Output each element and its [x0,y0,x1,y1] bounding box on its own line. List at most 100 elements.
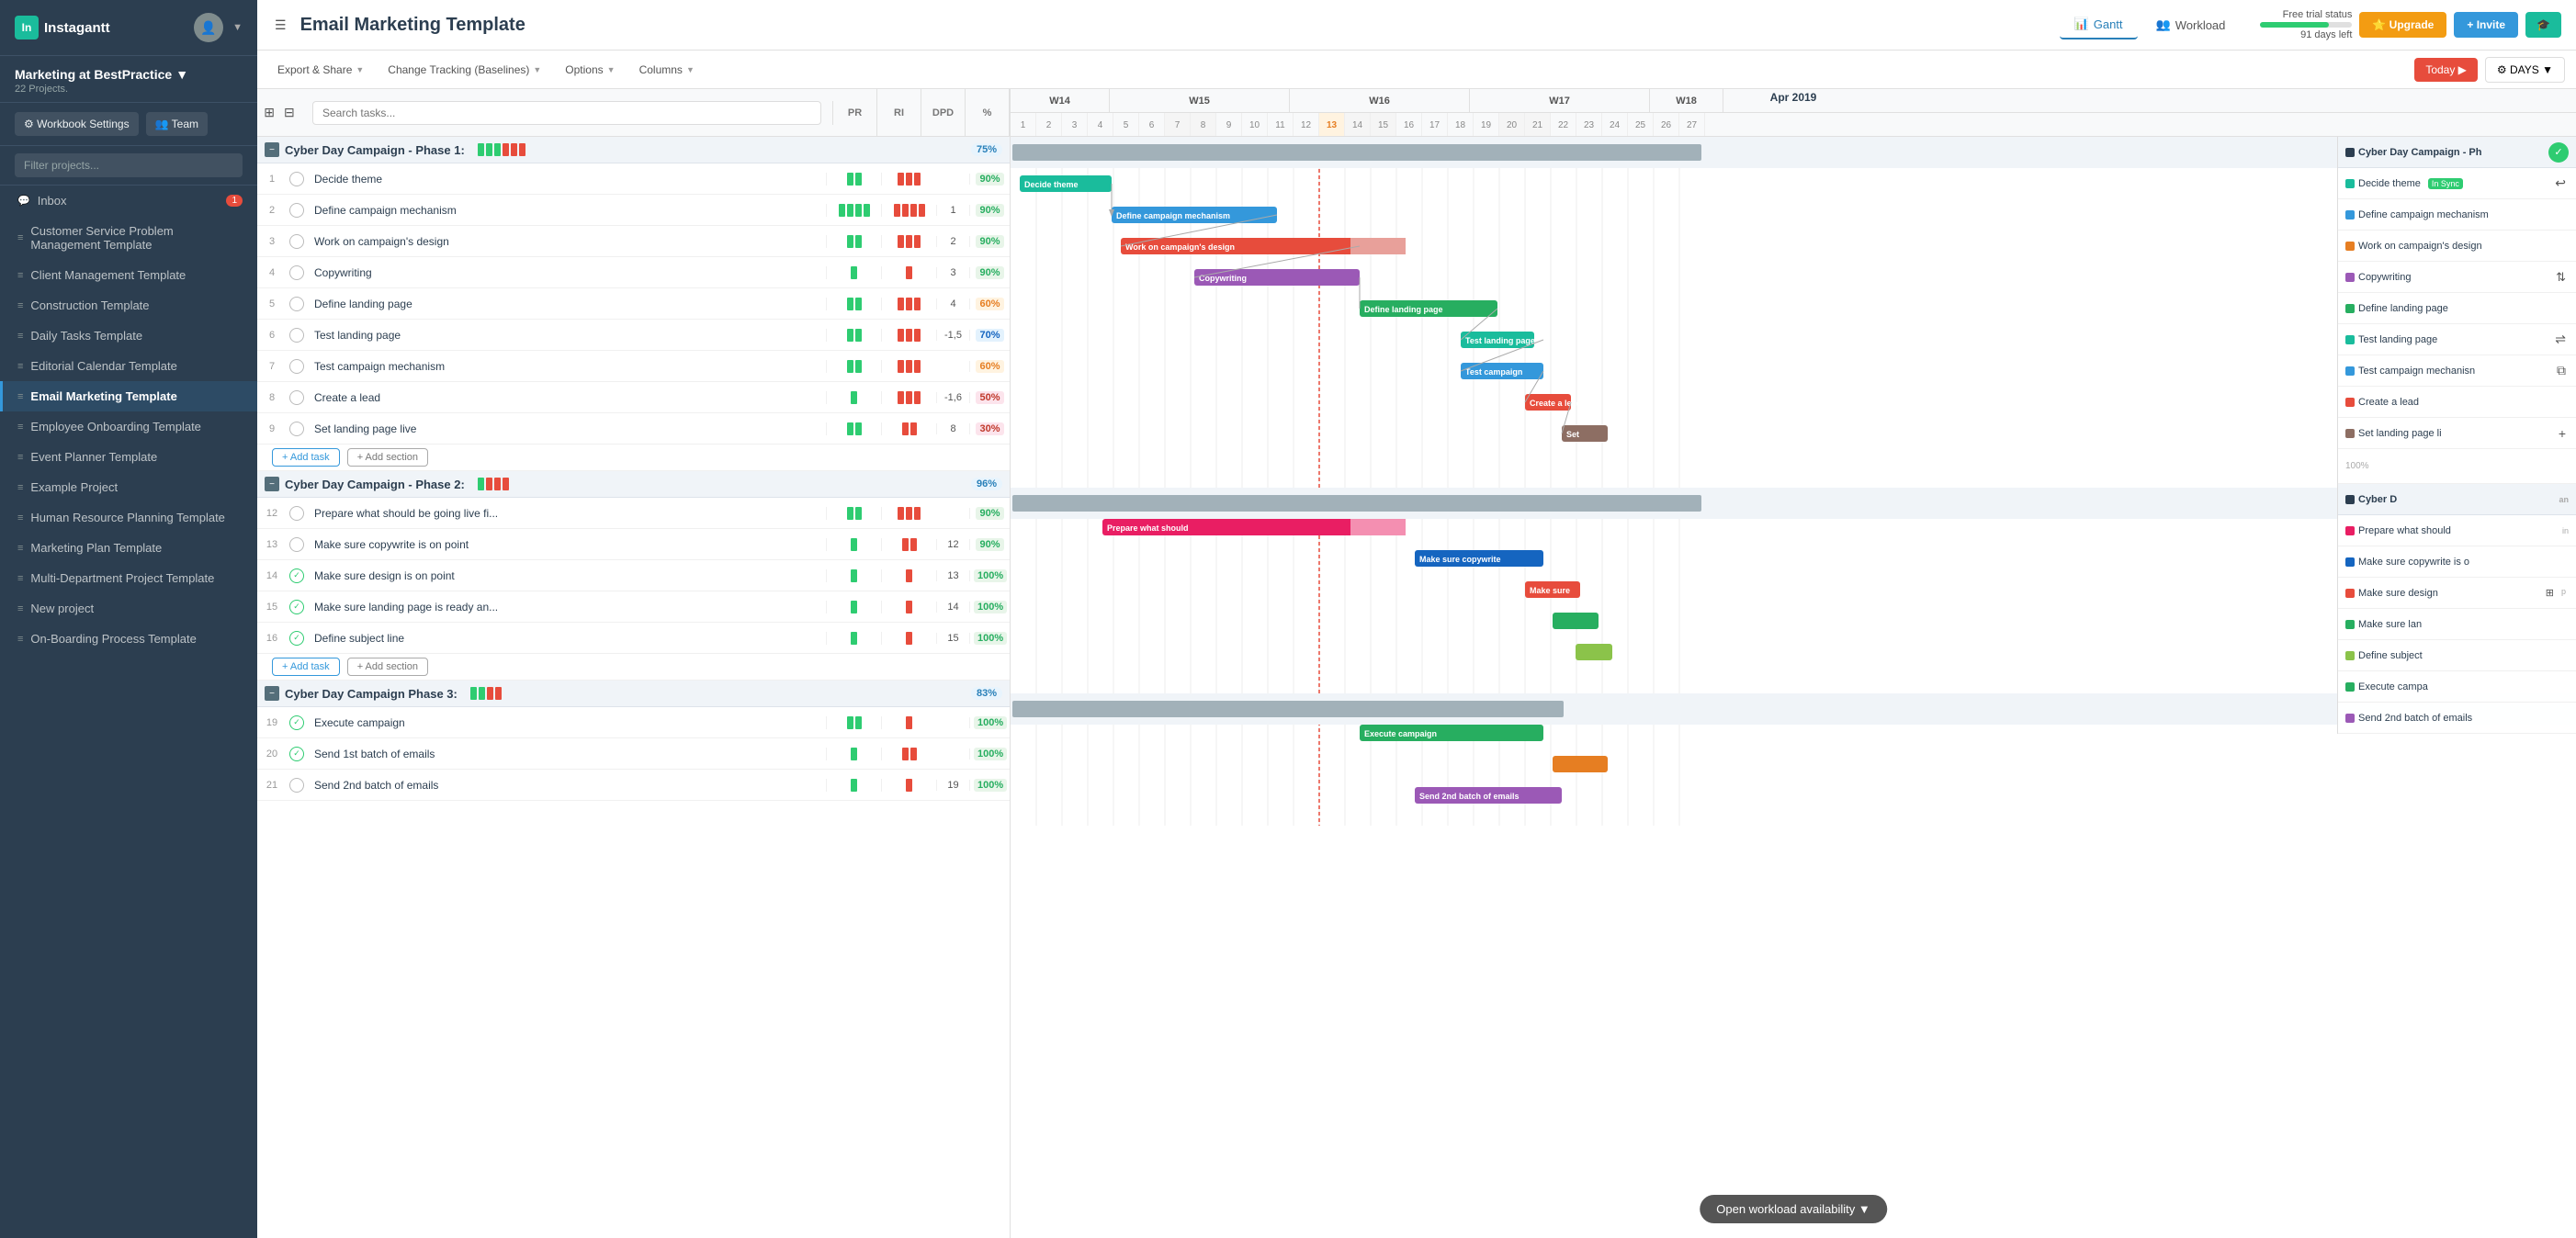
task-check[interactable] [289,537,304,552]
task-name[interactable]: Define landing page [307,298,826,310]
filter-projects-input[interactable] [15,153,243,177]
week-w15: W15 [1110,89,1290,112]
sidebar-item-construction[interactable]: ≡ Construction Template [0,290,257,321]
right-label-text: Execute campa [2358,681,2428,692]
add-task-button-2[interactable]: + Add task [272,658,340,676]
sidebar-item-marketing-plan[interactable]: ≡ Marketing Plan Template [0,533,257,563]
task-name[interactable]: Prepare what should be going live fi... [307,507,826,520]
sidebar-item-event-planner[interactable]: ≡ Event Planner Template [0,442,257,472]
task-name[interactable]: Make sure copywrite is on point [307,538,826,551]
sidebar-item-example-project[interactable]: ≡ Example Project [0,472,257,502]
task-check[interactable] [289,359,304,374]
task-dot [2345,651,2355,660]
task-check[interactable] [289,778,304,793]
sidebar-item-editorial[interactable]: ≡ Editorial Calendar Template [0,351,257,381]
add-section-button-2[interactable]: + Add section [347,658,428,676]
menu-toggle-button[interactable]: ☰ [272,15,289,36]
task-check[interactable] [289,265,304,280]
table-row: 21 Send 2nd batch of emails 19 100% [257,770,1010,801]
task-name[interactable]: Define subject line [307,632,826,645]
sidebar-item-onboarding-process[interactable]: ≡ On-Boarding Process Template [0,624,257,654]
sidebar-item-daily-tasks[interactable]: ≡ Daily Tasks Template [0,321,257,351]
grid-button[interactable]: ⊞ [2543,584,2557,602]
task-check[interactable] [289,422,304,436]
task-name[interactable]: Make sure landing page is ready an... [307,601,826,613]
group-collapse-button[interactable]: − [265,686,279,701]
add-task-button[interactable]: + Add task [272,448,340,467]
task-name[interactable]: Copywriting [307,266,826,279]
task-check[interactable] [289,203,304,218]
task-name[interactable]: Create a lead [307,391,826,404]
graduation-button[interactable]: 🎓 [2525,12,2561,38]
day-10: 10 [1242,113,1268,137]
task-name[interactable]: Test campaign mechanism [307,360,826,373]
add-button[interactable]: + [2556,423,2569,444]
options-button[interactable]: Options ▼ [556,59,624,81]
add-section-button[interactable]: + Add section [347,448,428,467]
task-check[interactable] [289,234,304,249]
task-name[interactable]: Send 2nd batch of emails [307,779,826,792]
task-name[interactable]: Define campaign mechanism [307,204,826,217]
task-check[interactable]: ✓ [289,715,304,730]
sidebar-item-multi-dept[interactable]: ≡ Multi-Department Project Template [0,563,257,593]
sidebar-item-email-marketing[interactable]: ≡ Email Marketing Template [0,381,257,411]
gantt-view-button[interactable]: 📊 Gantt [2060,10,2138,39]
workload-availability-button[interactable]: Open workload availability ▼ [1700,1195,1887,1223]
task-check[interactable] [289,172,304,186]
group-pct: 83% [971,687,1002,700]
view-toggle-button[interactable]: ⊟ [281,102,298,123]
avatar[interactable]: 👤 [194,13,223,42]
task-name[interactable]: Make sure design is on point [307,569,826,582]
task-check[interactable] [289,328,304,343]
sidebar-item-inbox[interactable]: 💬 Inbox 1 [0,186,257,216]
sidebar-item-new-project[interactable]: ≡ New project [0,593,257,624]
sidebar-item-hr-planning[interactable]: ≡ Human Resource Planning Template [0,502,257,533]
workspace-chevron-icon: ▼ [175,67,188,82]
day-22: 22 [1551,113,1576,137]
task-check[interactable]: ✓ [289,568,304,583]
sort-button[interactable]: ⇅ [2553,267,2569,287]
change-tracking-button[interactable]: Change Tracking (Baselines) ▼ [378,59,550,81]
copy-button[interactable]: ⧉ [2554,360,2569,381]
task-check[interactable]: ✓ [289,747,304,761]
task-check[interactable] [289,297,304,311]
task-header-controls: ⊞ ⊟ [257,102,301,123]
svg-text:Execute campaign: Execute campaign [1364,729,1437,738]
workload-view-button[interactable]: 👥 Workload [2141,10,2241,39]
task-name[interactable]: Execute campaign [307,716,826,729]
team-button[interactable]: 👥 Team [146,112,208,136]
link-button[interactable]: ⇌ [2552,329,2569,350]
search-input[interactable] [312,101,821,125]
today-button[interactable]: Today ▶ [2414,58,2478,82]
gantt-icon: 📊 [2074,17,2089,31]
add-column-button[interactable]: ⊞ [261,102,277,123]
group-collapse-button[interactable]: − [265,477,279,491]
task-name[interactable]: Decide theme [307,173,826,186]
svg-text:Set: Set [1566,430,1579,439]
undo-button[interactable]: ↩ [2552,173,2569,194]
columns-button[interactable]: Columns ▼ [630,59,704,81]
task-name[interactable]: Set landing page live [307,422,826,435]
export-share-button[interactable]: Export & Share ▼ [268,59,373,81]
task-check[interactable]: ✓ [289,600,304,614]
workspace-name-text: Marketing at BestPractice [15,67,172,82]
sidebar-item-customer-service[interactable]: ≡ Customer Service Problem Management Te… [0,216,257,260]
group-collapse-button[interactable]: − [265,142,279,157]
sync-done-button[interactable]: ✓ [2548,142,2569,163]
sidebar-item-client-management[interactable]: ≡ Client Management Template [0,260,257,290]
task-name[interactable]: Send 1st batch of emails [307,748,826,760]
logo-icon: In [15,16,39,39]
sidebar-item-employee-onboarding[interactable]: ≡ Employee Onboarding Template [0,411,257,442]
task-name[interactable]: Test landing page [307,329,826,342]
invite-button[interactable]: + Invite [2454,12,2518,38]
task-check[interactable] [289,506,304,521]
workbook-settings-button[interactable]: ⚙ Workbook Settings [15,112,139,136]
upgrade-button[interactable]: ⭐ Upgrade [2359,12,2446,38]
task-check[interactable]: ✓ [289,631,304,646]
days-button[interactable]: ⚙ DAYS ▼ [2485,57,2565,83]
task-check[interactable] [289,390,304,405]
sidebar-chevron-icon[interactable]: ▼ [232,22,243,33]
task-dot [2345,526,2355,535]
task-name[interactable]: Work on campaign's design [307,235,826,248]
workspace-name[interactable]: Marketing at BestPractice ▼ [15,67,243,82]
